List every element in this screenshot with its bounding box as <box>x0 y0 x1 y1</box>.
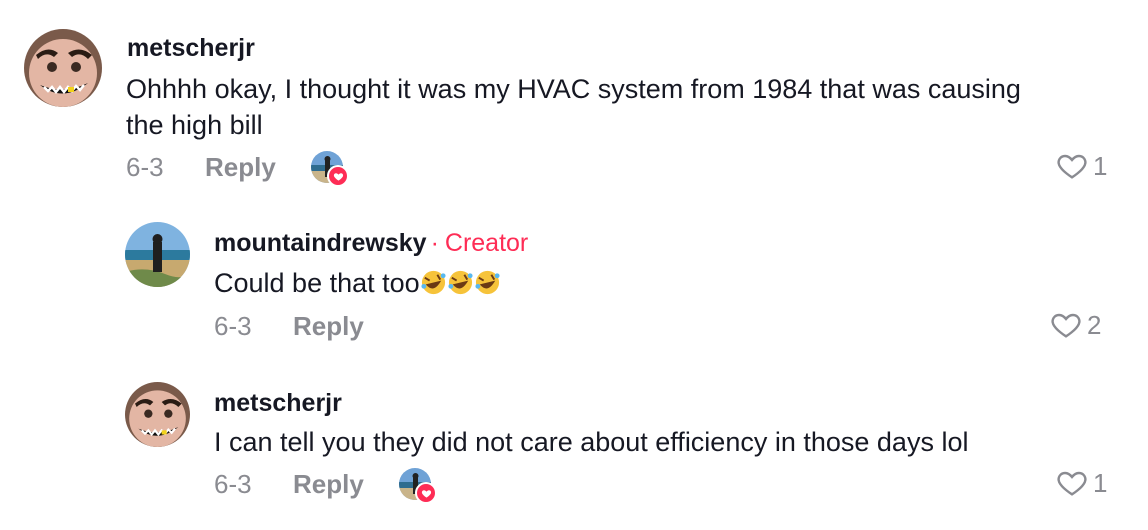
separator-dot: · <box>430 229 439 257</box>
reply-button[interactable]: Reply <box>205 152 276 183</box>
avatar[interactable] <box>125 382 190 447</box>
comment-text: I can tell you they did not care about e… <box>214 427 969 457</box>
emoji-rofl-3-icon <box>474 268 501 298</box>
creator-avatar[interactable] <box>125 222 190 287</box>
like-button[interactable]: 1 <box>1055 150 1107 182</box>
comment-mountaindrewsky-reply: mountaindrewsky · Creator Could be that to… <box>0 200 1148 360</box>
comment-metscherjr-1: metscherjr Ohhhh okay, I thought it was … <box>0 0 1148 200</box>
comment-text-line-1: Ohhhh okay, I thought it was my HVAC sys… <box>126 74 1021 104</box>
creator-liked-indicator <box>311 151 349 187</box>
heart-outline-icon <box>1057 471 1087 496</box>
emoji-rofl-2-icon <box>447 268 474 298</box>
comment-metscherjr-reply: metscherjr I can tell you they did not c… <box>0 360 1148 530</box>
beach-avatar-image <box>125 222 190 287</box>
creator-liked-indicator <box>399 468 437 504</box>
comment-date: 6-3 <box>126 152 164 182</box>
avatar[interactable] <box>24 29 102 107</box>
comment-text-content: Could be that too <box>214 268 420 298</box>
reply-button[interactable]: Reply <box>293 469 364 500</box>
heart-outline-icon <box>1051 313 1081 338</box>
face-avatar-image <box>125 382 190 447</box>
like-button[interactable]: 2 <box>1049 309 1101 341</box>
like-count: 2 <box>1087 309 1102 340</box>
creator-badge: Creator <box>444 229 529 257</box>
comment-text: Could be that too <box>214 265 501 301</box>
comment-text-line-2: the high bill <box>126 110 263 140</box>
username[interactable]: metscherjr <box>214 389 342 418</box>
reply-button[interactable]: Reply <box>293 311 364 342</box>
comment-date: 6-3 <box>214 469 252 499</box>
heart-outline-icon <box>1057 154 1087 179</box>
heart-filled-icon <box>327 165 349 187</box>
username[interactable]: metscherjr <box>127 34 255 63</box>
like-count: 1 <box>1093 467 1108 498</box>
face-avatar-image <box>24 29 102 107</box>
comment-date: 6-3 <box>214 311 252 341</box>
heart-filled-icon <box>415 482 437 504</box>
username[interactable]: mountaindrewsky · Creator <box>214 229 528 258</box>
username-text: mountaindrewsky <box>214 229 427 257</box>
emoji-rofl-1-icon <box>420 268 447 298</box>
like-button[interactable]: 1 <box>1055 467 1107 499</box>
like-count: 1 <box>1093 150 1108 181</box>
